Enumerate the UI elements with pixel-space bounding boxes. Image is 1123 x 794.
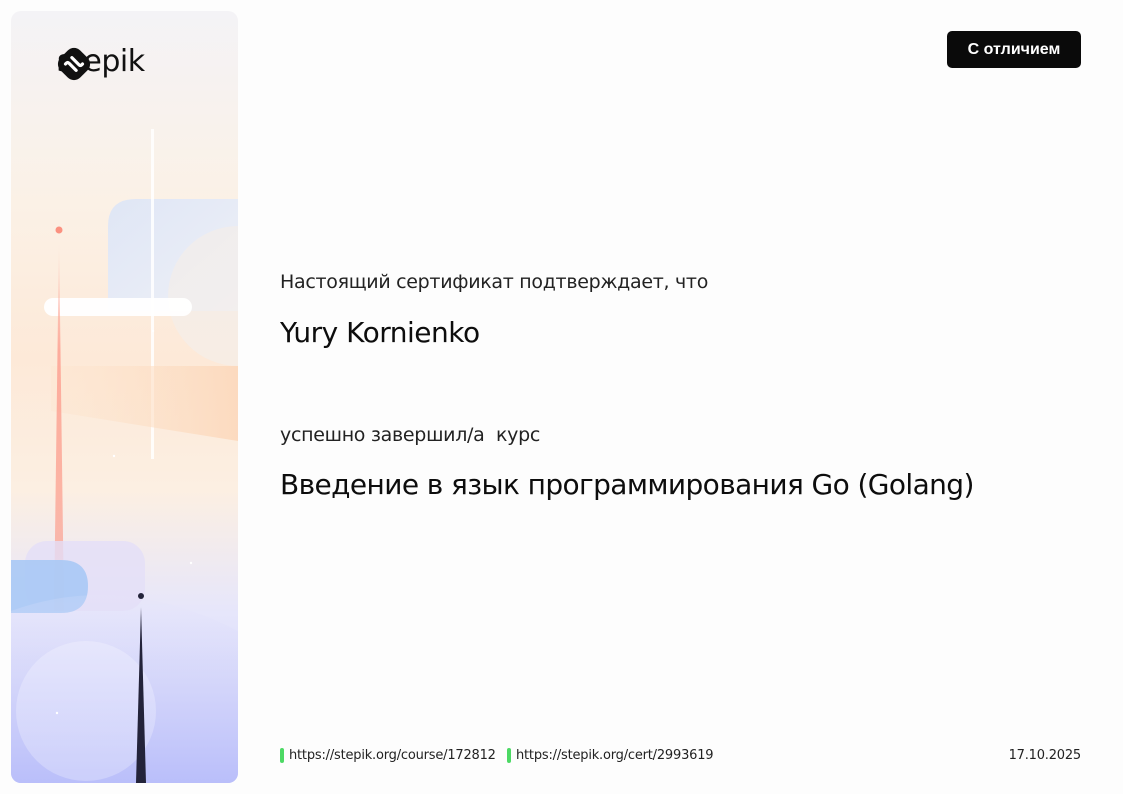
decorative-side-panel: stepik — [11, 11, 238, 783]
course-url-text: https://stepik.org/course/172812 — [289, 748, 496, 763]
stepik-logo: stepik — [57, 47, 145, 81]
decor-sparkle — [189, 561, 193, 565]
stepik-logo-icon — [57, 47, 91, 81]
issue-date: 17.10.2025 — [1008, 748, 1082, 763]
student-name: Yury Kornienko — [280, 316, 480, 349]
green-bar-icon — [280, 748, 284, 763]
course-link[interactable]: https://stepik.org/course/172812 — [280, 748, 496, 763]
certificate-lead-text: Настоящий сертификат подтверждает, что — [280, 271, 709, 293]
cert-link[interactable]: https://stepik.org/cert/2993619 — [507, 748, 714, 763]
decorative-illustration — [11, 129, 238, 783]
decor-dark-dot — [138, 593, 144, 599]
cert-url-text: https://stepik.org/cert/2993619 — [516, 748, 714, 763]
decor-peach-band — [51, 366, 238, 441]
completed-text: успешно завершил/а курс — [280, 424, 540, 446]
course-title: Введение в язык программирования Go (Gol… — [280, 468, 974, 501]
decor-sparkle — [55, 711, 59, 715]
decor-soft-circle — [16, 641, 156, 781]
distinction-badge: С отличием — [947, 31, 1081, 68]
decor-sparkle — [151, 329, 155, 333]
decor-sparkle — [112, 454, 116, 458]
decor-white-pill — [44, 298, 192, 316]
decor-coral-dot — [55, 226, 63, 234]
green-bar-icon — [507, 748, 511, 763]
certificate-page: stepik С отличием Настоящий сертификат п… — [0, 0, 1123, 794]
